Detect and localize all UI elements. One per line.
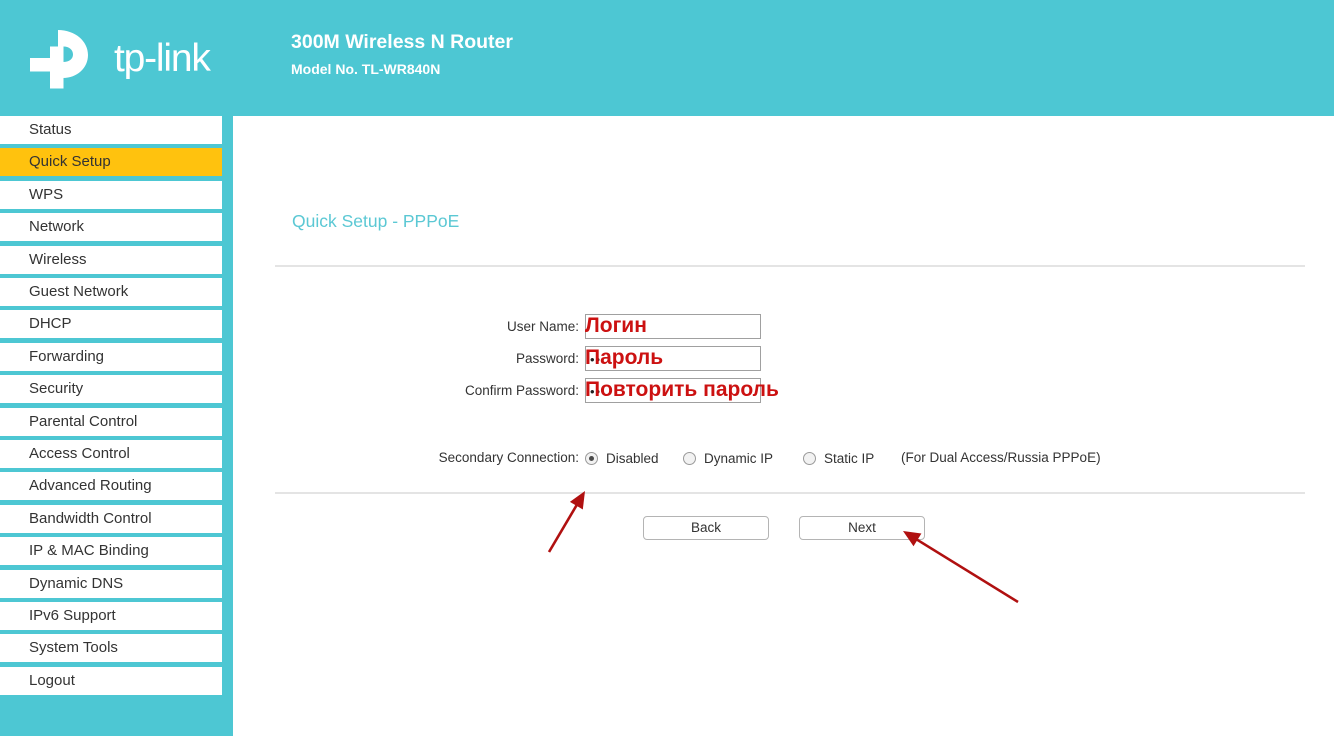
sidebar-item-quick-setup[interactable]: Quick Setup (0, 148, 222, 177)
sidebar-item-advanced-routing[interactable]: Advanced Routing (0, 472, 222, 501)
sidebar-item-wireless[interactable]: Wireless (0, 245, 222, 274)
tp-link-logo: tp-link (28, 28, 228, 90)
content-area: Quick Setup - PPPoE User Name: Логин Passw… (233, 116, 1334, 736)
radio-button-icon[interactable] (803, 451, 816, 465)
page-header: tp-link 300M Wireless N Router Model No.… (0, 0, 1334, 116)
sidebar-item-forwarding[interactable]: Forwarding (0, 342, 222, 371)
back-button[interactable]: Back (643, 516, 769, 540)
sidebar-item-access-control[interactable]: Access Control (0, 440, 222, 468)
radio-button-icon[interactable] (683, 451, 696, 465)
field-label: User Name: (506, 319, 579, 334)
field-masked-value: •• (590, 384, 602, 399)
header-titles: 300M Wireless N Router Model No. TL-WR84… (291, 30, 513, 79)
sidebar-item-system-tools[interactable]: System Tools (0, 634, 222, 663)
sidebar-item-logout[interactable]: Logout (0, 666, 222, 695)
field-input[interactable]: •• (585, 346, 761, 371)
page-title: Quick Setup - PPPoE (292, 211, 460, 231)
sidebar-item-network[interactable]: Network (0, 213, 222, 242)
next-button[interactable]: Next (799, 516, 925, 540)
sidebar-menu: Status Quick Setup WPS Network Wireless Guest… (0, 116, 233, 736)
form-row: Confirm Password: •• Повторить пароль (233, 378, 1334, 404)
radio-label: Dynamic IP (704, 450, 774, 466)
sidebar-item-parental-control[interactable]: Parental Control (0, 407, 222, 436)
field-label: Password: (515, 351, 579, 366)
field-masked-value: •• (590, 352, 602, 367)
tp-link-logo-icon (30, 30, 88, 89)
sidebar-item-ip-mac-binding[interactable]: IP & MAC Binding (0, 537, 222, 566)
sidebar-item-security[interactable]: Security (0, 375, 222, 404)
form-row: User Name: Логин (233, 314, 1334, 340)
field-input[interactable] (585, 314, 761, 339)
tp-link-wordmark: tp-link (114, 37, 211, 80)
divider-bottom (275, 492, 1305, 494)
field-label: Confirm Password: (464, 383, 579, 398)
product-name: 300M Wireless N Router (291, 31, 513, 53)
radio-label: Static IP (824, 450, 875, 466)
radio-static-ip[interactable]: Static IP (803, 446, 874, 470)
radio-label: Disabled (606, 450, 659, 466)
sidebar-item-wps[interactable]: WPS (0, 180, 222, 209)
field-input[interactable]: •• (585, 378, 761, 403)
sidebar-item-ipv6-support[interactable]: IPv6 Support (0, 602, 222, 630)
secondary-connection-label: Secondary Connection: (438, 450, 579, 465)
radio-button-icon[interactable] (585, 451, 598, 465)
radio-disabled[interactable]: Disabled (585, 446, 659, 470)
form-row: Password: •• Пароль (233, 346, 1334, 372)
dual-access-note: (For Dual Access/Russia PPPoE) (901, 450, 1101, 465)
sidebar-item-bandwidth-control[interactable]: Bandwidth Control (0, 504, 222, 533)
sidebar-item-guest-network[interactable]: Guest Network (0, 278, 222, 306)
sidebar-item-dynamic-dns[interactable]: Dynamic DNS (0, 569, 222, 598)
sidebar-item-dhcp[interactable]: DHCP (0, 310, 222, 339)
radio-dynamic-ip[interactable]: Dynamic IP (683, 446, 773, 470)
sidebar-item-status[interactable]: Status (0, 116, 222, 144)
divider-top (275, 265, 1305, 267)
model-number: Model No. TL-WR840N (291, 61, 441, 77)
